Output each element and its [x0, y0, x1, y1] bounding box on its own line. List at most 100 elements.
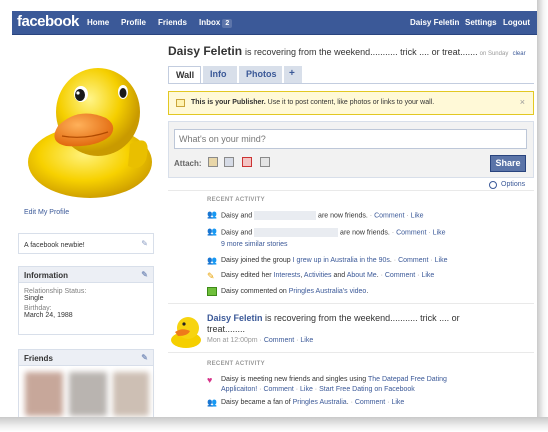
- profile-name: Daisy Feletin: [168, 44, 243, 58]
- feed-text: Daisy became a fan of: [221, 399, 293, 406]
- frame-shadow-right: [537, 0, 548, 432]
- divider: [168, 352, 534, 353]
- like-link[interactable]: Like: [421, 272, 434, 279]
- bio-box: A facebook newbie! ✎: [18, 233, 154, 254]
- video-icon[interactable]: [224, 157, 234, 167]
- tab-wall[interactable]: Wall: [168, 66, 201, 83]
- close-icon[interactable]: ×: [520, 97, 525, 107]
- comment-link[interactable]: Comment: [398, 257, 428, 264]
- comment-link[interactable]: Comment: [263, 386, 293, 393]
- tab-divider: [168, 83, 534, 84]
- share-button[interactable]: Share: [490, 155, 526, 172]
- friends-icon: 👥: [207, 210, 217, 219]
- like-link[interactable]: Like: [391, 399, 404, 406]
- like-link[interactable]: Like: [435, 257, 448, 264]
- feed-row-fan: Daisy became a fan of Pringles Australia…: [221, 399, 405, 406]
- top-navigation-bar: facebook Home Profile Friends Inbox 2 Dai…: [12, 11, 537, 35]
- feed-text: Daisy and: [221, 212, 253, 220]
- facebook-logo[interactable]: facebook: [17, 13, 79, 30]
- pencil-icon[interactable]: ✎: [141, 270, 148, 279]
- author-avatar[interactable]: [168, 312, 202, 348]
- link-icon[interactable]: [260, 157, 270, 167]
- status-input[interactable]: What's on your mind?: [174, 129, 527, 149]
- feed-text: Daisy is meeting new friends and singles…: [221, 376, 368, 383]
- comment-link[interactable]: Comment: [264, 337, 294, 344]
- nav-settings[interactable]: Settings: [465, 18, 497, 27]
- friends-header: Friends ✎: [19, 350, 153, 366]
- pringles-link[interactable]: Pringles Australia: [293, 399, 347, 406]
- feed-row-commented: Daisy commented on Pringles Australia's …: [221, 288, 368, 295]
- about-me-link[interactable]: About Me: [347, 272, 377, 279]
- comment-link[interactable]: Comment: [355, 399, 385, 406]
- datepad-link[interactable]: Applicaiton!: [221, 386, 257, 393]
- publisher-icon: [176, 99, 185, 107]
- friends-title[interactable]: Friends: [24, 354, 53, 363]
- feed-row-edited: Daisy edited her Interests, Activities a…: [221, 272, 435, 279]
- options-link[interactable]: Options: [501, 181, 525, 188]
- video-link[interactable]: Pringles Australia's video: [289, 288, 367, 295]
- feed-text: Daisy and: [221, 229, 253, 237]
- feed-row-dating-cont: Applicaiton! · Comment · Like · Start Fr…: [221, 386, 415, 393]
- feed-row-dating: Daisy is meeting new friends and singles…: [221, 376, 447, 383]
- clear-status-link[interactable]: clear: [513, 51, 526, 57]
- post-time[interactable]: Mon at 12:00pm: [207, 337, 258, 344]
- comment-link[interactable]: Comment: [374, 212, 404, 219]
- divider: [168, 303, 534, 304]
- blurred-name: [254, 211, 317, 220]
- birthday-label: Birthday:: [24, 305, 52, 312]
- edit-my-profile-link[interactable]: Edit My Profile: [24, 209, 69, 216]
- comment-link[interactable]: Comment: [385, 272, 415, 279]
- event-icon[interactable]: [242, 157, 252, 167]
- recent-activity-title: RECENT ACTIVITY: [207, 197, 265, 203]
- tip-title: This is your Publisher.: [191, 99, 266, 106]
- friend-photo[interactable]: [69, 372, 107, 416]
- feed-text: are now friends.: [318, 212, 368, 220]
- nav-profile[interactable]: Profile: [121, 18, 146, 27]
- like-link[interactable]: Like: [411, 212, 424, 219]
- feed-row-friends: Daisy and are now friends. · Comment · L…: [221, 228, 446, 237]
- options-search-icon[interactable]: [489, 181, 497, 189]
- tab-add-button[interactable]: +: [284, 66, 302, 83]
- nav-home[interactable]: Home: [87, 18, 109, 27]
- start-dating-link[interactable]: Start Free Dating on Facebook: [319, 386, 415, 393]
- left-column: [18, 40, 156, 200]
- tip-text: Use it to post content, like photos or l…: [265, 99, 435, 106]
- comment-link[interactable]: Comment: [396, 229, 426, 236]
- profile-picture[interactable]: [18, 40, 154, 200]
- group-link[interactable]: I grew up in Australia in the 90s: [293, 257, 390, 264]
- tab-photos[interactable]: Photos: [239, 66, 282, 83]
- heart-icon: ♥: [207, 375, 213, 385]
- post-author-link[interactable]: Daisy Feletin: [207, 313, 263, 323]
- feed-text: Daisy commented on: [221, 288, 289, 295]
- pencil-icon[interactable]: ✎: [141, 239, 148, 248]
- like-link[interactable]: Like: [300, 337, 313, 344]
- publisher-composer: What's on your mind? Attach: Share: [168, 121, 534, 178]
- feed-text: Daisy joined the group: [221, 257, 293, 264]
- nav-inbox[interactable]: Inbox 2: [199, 18, 233, 28]
- photo-icon[interactable]: [208, 157, 218, 167]
- interests-link[interactable]: Interests: [274, 272, 301, 279]
- feed-text: .: [366, 288, 369, 295]
- relationship-value: Single: [24, 295, 44, 302]
- fan-icon: 👥: [207, 398, 217, 407]
- more-stories-link[interactable]: 9 more similar stories: [221, 241, 288, 248]
- feed-text: are now friends.: [340, 229, 390, 237]
- birthday-value: March 24, 1988: [24, 312, 73, 319]
- like-link[interactable]: Like: [300, 386, 313, 393]
- friend-photo[interactable]: [25, 372, 63, 416]
- blurred-name: [254, 228, 339, 237]
- status-time: on Sunday: [479, 51, 509, 57]
- like-link[interactable]: Like: [433, 229, 446, 236]
- friends-icon: 👥: [207, 227, 217, 236]
- nav-logout[interactable]: Logout: [503, 18, 530, 27]
- friend-photo[interactable]: [113, 372, 149, 416]
- datepad-link[interactable]: The Datepad Free Dating: [368, 376, 447, 383]
- bio-text: A facebook newbie!: [24, 242, 85, 249]
- activities-link[interactable]: Activities: [304, 272, 332, 279]
- tab-info[interactable]: Info: [203, 66, 237, 83]
- nav-user-name[interactable]: Daisy Feletin: [410, 18, 459, 27]
- pencil-icon[interactable]: ✎: [141, 353, 148, 362]
- post-meta: Mon at 12:00pm · Comment · Like: [207, 337, 314, 344]
- feed-text: Daisy edited her: [221, 272, 274, 279]
- nav-friends[interactable]: Friends: [158, 18, 187, 27]
